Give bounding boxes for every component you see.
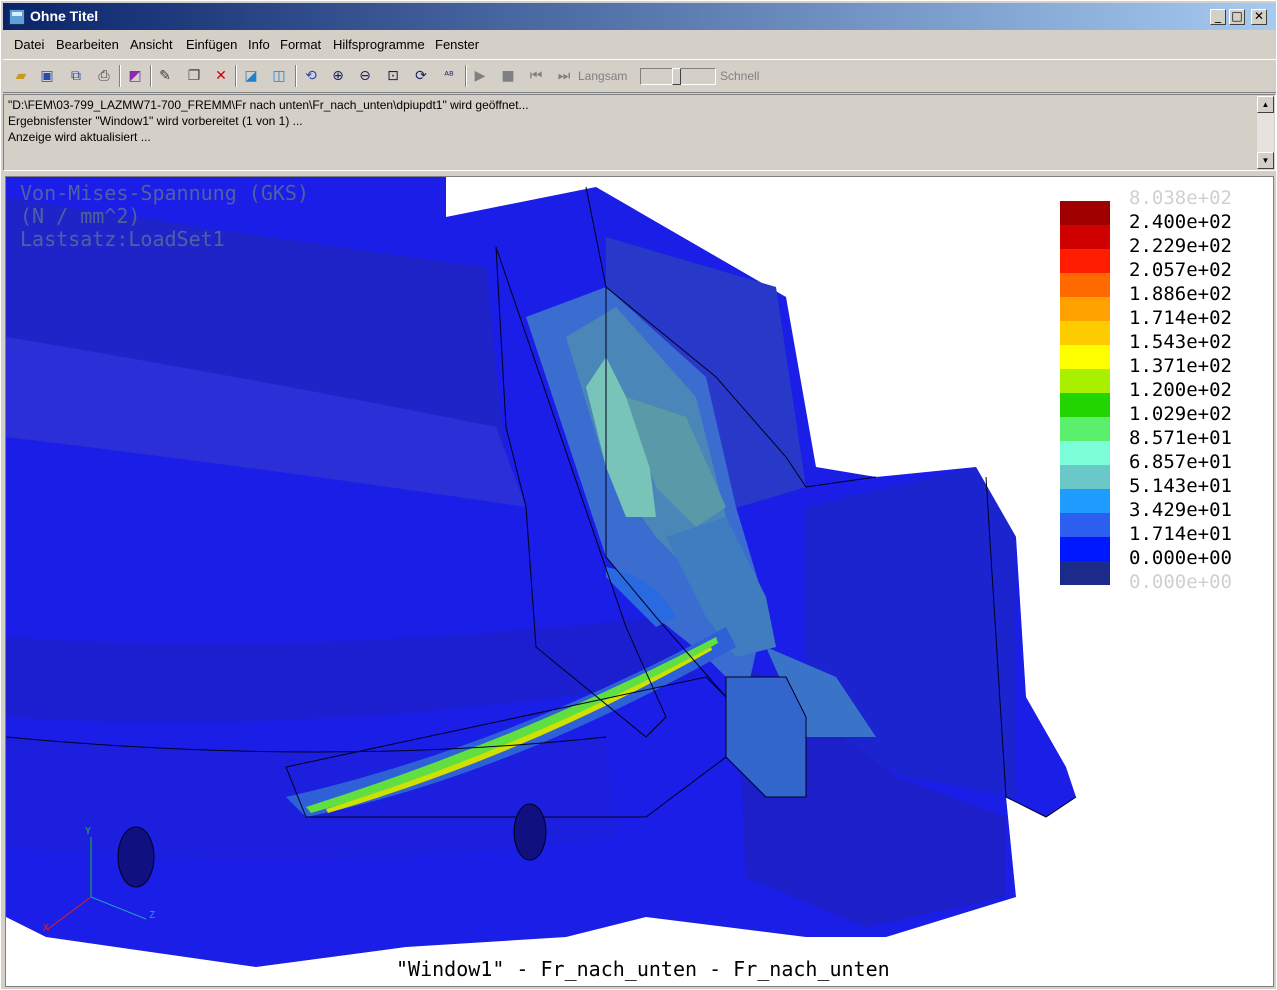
message-line: Ergebnisfenster "Window1" wird vorbereit… <box>8 114 303 128</box>
zoom-fit-icon[interactable]: ⊡ <box>383 66 403 86</box>
spin-icon[interactable]: ⟳ <box>411 66 431 86</box>
refresh-icon[interactable]: ⟲ <box>301 66 321 86</box>
result-units: (N / mm^2) <box>20 204 141 228</box>
result-loadset: Lastsatz:LoadSet1 <box>20 227 225 251</box>
view-edit-icon[interactable]: ◫ <box>269 66 289 86</box>
delete-icon[interactable]: ✕ <box>211 66 231 86</box>
last-frame-icon[interactable]: ⏭ <box>554 66 574 86</box>
menu-format[interactable]: Format <box>280 37 321 52</box>
edit-icon[interactable]: ✎ <box>155 66 175 86</box>
menu-bearbeiten[interactable]: Bearbeiten <box>56 37 119 52</box>
legend-swatch <box>1060 201 1110 225</box>
legend-swatch <box>1060 465 1110 489</box>
view-icon[interactable]: ◪ <box>241 66 261 86</box>
legend-swatch <box>1060 321 1110 345</box>
scroll-up-button[interactable]: ▲ <box>1257 96 1274 113</box>
window-title: Ohne Titel <box>30 8 99 24</box>
title-bar[interactable]: Ohne Titel _ □ ✕ <box>3 3 1276 30</box>
viewport-footer: "Window1" - Fr_nach_unten - Fr_nach_unte… <box>396 957 890 981</box>
legend-label: 6.857e+01 <box>1129 451 1232 473</box>
speed-slider[interactable] <box>640 68 716 85</box>
copy-file-icon[interactable]: ⧉ <box>66 66 86 86</box>
toolbar-separator <box>150 65 152 87</box>
print-icon[interactable]: ⎙ <box>94 66 114 86</box>
legend-swatch <box>1060 489 1110 513</box>
legend-swatch <box>1060 345 1110 369</box>
minimize-button[interactable]: _ <box>1210 9 1226 25</box>
legend-label: 2.400e+02 <box>1129 211 1232 233</box>
menu-ansicht[interactable]: Ansicht <box>130 37 173 52</box>
message-scrollbar[interactable]: ▲ ▼ <box>1257 96 1274 169</box>
first-frame-icon[interactable]: ⏮ <box>526 66 546 86</box>
stop-icon[interactable]: ■ <box>498 66 518 86</box>
legend-label: 0.000e+00 <box>1129 547 1232 569</box>
legend-swatch <box>1060 297 1110 321</box>
toolbar: ▰ ▣ ⧉ ⎙ ◩ ✎ ❐ ✕ ◪ ◫ ⟲ ⊕ ⊖ ⊡ ⟳ ᴬᴮ ▶ ■ ⏮ ⏭… <box>3 59 1276 93</box>
legend-swatch <box>1060 369 1110 393</box>
maximize-button[interactable]: □ <box>1229 9 1245 25</box>
toolbar-separator <box>235 65 237 87</box>
save-icon[interactable]: ▣ <box>37 66 57 86</box>
legend-label: 1.029e+02 <box>1129 403 1232 425</box>
axis-z-label: Z <box>149 910 156 921</box>
legend-label: 8.571e+01 <box>1129 427 1232 449</box>
legend-swatch <box>1060 249 1110 273</box>
zoom-in-icon[interactable]: ⊕ <box>328 66 348 86</box>
legend-label: 5.143e+01 <box>1129 475 1232 497</box>
legend-label: 1.714e+01 <box>1129 523 1232 545</box>
message-panel: "D:\FEM\03-799_LAZMW71-700_FREMM\Fr nach… <box>3 94 1276 171</box>
legend-swatch <box>1060 441 1110 465</box>
legend-label: 2.229e+02 <box>1129 235 1232 257</box>
legend-swatch <box>1060 225 1110 249</box>
copy-icon[interactable]: ❐ <box>184 66 204 86</box>
speed-slow-label: Langsam <box>578 69 628 83</box>
result-title: Von-Mises-Spannung (GKS) <box>20 181 309 205</box>
menu-einfuegen[interactable]: Einfügen <box>186 37 237 52</box>
scroll-down-button[interactable]: ▼ <box>1257 152 1274 169</box>
legend-swatch <box>1060 513 1110 537</box>
legend-label: 1.543e+02 <box>1129 331 1232 353</box>
legend-swatch <box>1060 393 1110 417</box>
close-button[interactable]: ✕ <box>1251 9 1267 25</box>
legend-swatch <box>1060 273 1110 297</box>
model-hole <box>513 803 547 861</box>
menu-fenster[interactable]: Fenster <box>435 37 479 52</box>
play-icon[interactable]: ▶ <box>470 66 490 86</box>
result-viewport[interactable]: Von-Mises-Spannung (GKS) (N / mm^2) Last… <box>5 176 1274 987</box>
legend-label: 1.714e+02 <box>1129 307 1232 329</box>
speed-fast-label: Schnell <box>720 69 760 83</box>
legend-label: 3.429e+01 <box>1129 499 1232 521</box>
axis-x-label: X <box>43 923 50 934</box>
open-icon[interactable]: ▰ <box>11 66 31 86</box>
legend-label: 2.057e+02 <box>1129 259 1232 281</box>
legend-swatch <box>1060 537 1110 561</box>
zoom-out-icon[interactable]: ⊖ <box>355 66 375 86</box>
label-icon[interactable]: ᴬᴮ <box>439 66 459 86</box>
menu-datei[interactable]: Datei <box>14 37 44 52</box>
legend-label: 1.371e+02 <box>1129 355 1232 377</box>
result-icon[interactable]: ◩ <box>125 66 145 86</box>
legend-min-label: 0.000e+00 <box>1129 571 1232 593</box>
legend-swatch <box>1060 561 1110 585</box>
slider-thumb[interactable] <box>672 68 681 85</box>
menu-hilfsprogramme[interactable]: Hilfsprogramme <box>333 37 425 52</box>
app-icon <box>9 9 25 25</box>
legend-label: 1.200e+02 <box>1129 379 1232 401</box>
model-hole <box>117 826 155 888</box>
axis-y-label: Y <box>85 826 92 837</box>
app-window: Ohne Titel _ □ ✕ Datei Bearbeiten Ansich… <box>0 0 1277 990</box>
legend-max-label: 8.038e+02 <box>1129 187 1232 209</box>
legend-label: 1.886e+02 <box>1129 283 1232 305</box>
legend-swatch <box>1060 417 1110 441</box>
toolbar-separator <box>465 65 467 87</box>
message-line: "D:\FEM\03-799_LAZMW71-700_FREMM\Fr nach… <box>8 98 529 112</box>
menu-info[interactable]: Info <box>248 37 270 52</box>
toolbar-separator <box>295 65 297 87</box>
message-line: Anzeige wird aktualisiert ... <box>8 130 151 144</box>
menu-bar: Datei Bearbeiten Ansicht Einfügen Info F… <box>3 32 1276 56</box>
toolbar-separator <box>119 65 121 87</box>
